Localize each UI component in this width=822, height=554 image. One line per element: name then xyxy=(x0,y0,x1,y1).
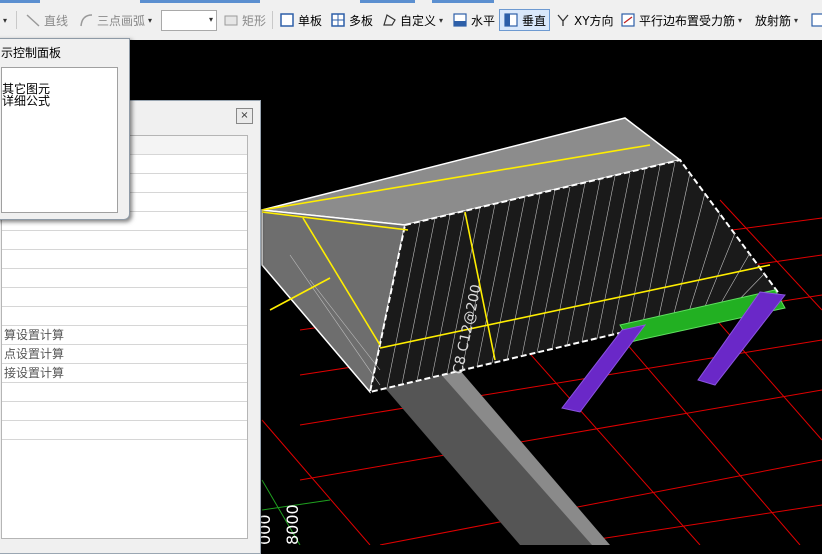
vertical-icon xyxy=(504,13,518,27)
xy-label: XY方向 xyxy=(574,13,614,28)
tab-strip xyxy=(0,0,40,3)
property-row[interactable] xyxy=(2,307,247,326)
line-icon xyxy=(26,14,40,27)
property-row[interactable] xyxy=(2,231,247,250)
tab-strip xyxy=(360,0,415,3)
property-row[interactable] xyxy=(2,383,247,402)
rectangle-button[interactable]: 矩形 xyxy=(220,9,269,31)
property-row[interactable]: 点设置计算 xyxy=(2,345,247,364)
horizontal-icon xyxy=(453,13,467,27)
overflow-button[interactable] xyxy=(808,9,822,31)
rectangle-icon xyxy=(224,15,238,26)
chevron-down-icon: ▾ xyxy=(148,15,153,25)
custom-shape-icon xyxy=(383,14,396,26)
option-detailed-formula[interactable]: 详细公式 xyxy=(2,95,50,107)
separator xyxy=(272,11,273,29)
horizontal-label: 水平 xyxy=(471,13,496,28)
more-tools-icon xyxy=(811,13,822,27)
multi-slab-icon xyxy=(331,13,345,27)
tab-strip xyxy=(140,0,260,3)
parallel-edge-label: 平行边布置受力筋 xyxy=(639,13,736,28)
vertical-button[interactable]: 垂直 xyxy=(499,9,551,31)
line-label: 直线 xyxy=(44,13,69,28)
xy-direction-button[interactable]: XY方向 xyxy=(552,9,617,31)
xy-axis-icon xyxy=(557,14,569,26)
axis-dimension-label: 8000 xyxy=(283,504,302,545)
drawing-toolbar: ▾ 直线 三点画弧 ▾ ▾ 矩形 单板 多板 自定义 ▾ 水平 垂直 XY方向 xyxy=(0,0,822,41)
chevron-down-icon: ▾ xyxy=(208,15,213,24)
chevron-down-icon: ▾ xyxy=(738,15,743,25)
chevron-down-icon: ▾ xyxy=(794,15,799,25)
panel-body: 其它图元 详细公式 xyxy=(1,67,118,213)
property-row[interactable] xyxy=(2,421,247,440)
arc-label: 三点画弧 xyxy=(97,13,146,28)
property-row[interactable]: 接设置计算 xyxy=(2,364,247,383)
line-button[interactable]: 直线 xyxy=(22,9,71,31)
multi-slab-label: 多板 xyxy=(349,13,374,28)
property-row[interactable]: 算设置计算 xyxy=(2,326,247,345)
panel-title: 示控制面板 xyxy=(1,46,62,60)
custom-button[interactable]: 自定义 ▾ xyxy=(378,9,446,31)
left-dropdown-caret[interactable]: ▾ xyxy=(0,9,10,31)
single-slab-label: 单板 xyxy=(298,13,323,28)
single-slab-icon xyxy=(280,13,294,27)
single-slab-button[interactable]: 单板 xyxy=(276,9,325,31)
three-point-arc-button[interactable]: 三点画弧 ▾ xyxy=(75,9,155,31)
tab-strip xyxy=(432,0,494,3)
horizontal-button[interactable]: 水平 xyxy=(449,9,498,31)
property-row[interactable] xyxy=(2,269,247,288)
value-dropdown[interactable]: ▾ xyxy=(161,10,217,31)
parallel-edge-rebar-button[interactable]: 平行边布置受力筋 ▾ xyxy=(617,9,745,31)
display-control-panel: 示控制面板 其它图元 详细公式 xyxy=(0,38,130,220)
property-row[interactable] xyxy=(2,402,247,421)
parallel-edge-icon xyxy=(621,13,635,27)
close-button[interactable]: × xyxy=(236,108,253,124)
radial-rebar-button[interactable]: 放射筋 ▾ xyxy=(752,9,801,31)
multi-slab-button[interactable]: 多板 xyxy=(327,9,376,31)
rectangle-label: 矩形 xyxy=(242,13,267,28)
radial-label: 放射筋 xyxy=(755,13,792,28)
chevron-down-icon: ▾ xyxy=(439,15,444,25)
close-icon: × xyxy=(240,110,249,121)
property-row[interactable] xyxy=(2,288,247,307)
arc-icon xyxy=(80,14,93,27)
vertical-label: 垂直 xyxy=(522,13,547,28)
custom-label: 自定义 xyxy=(400,13,437,28)
separator xyxy=(16,11,17,29)
property-row[interactable] xyxy=(2,250,247,269)
